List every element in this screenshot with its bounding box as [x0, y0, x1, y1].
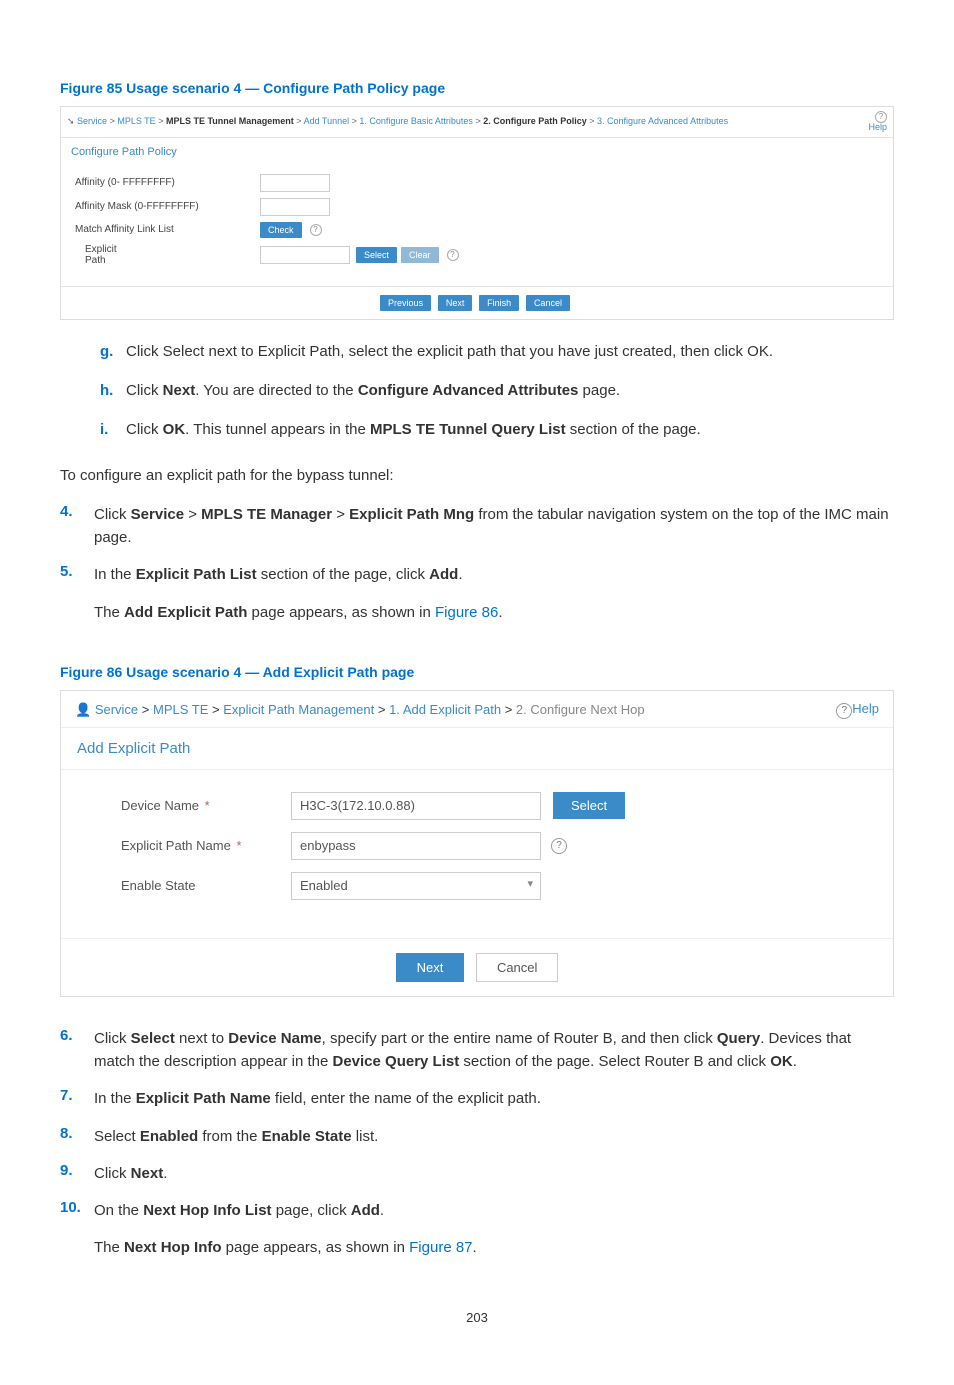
select-button-85[interactable]: Select: [356, 247, 397, 263]
step-g-text: Click Select next to Explicit Path, sele…: [126, 340, 773, 363]
affinity-mask-input[interactable]: [260, 198, 330, 216]
person-icon: 👤: [75, 702, 95, 717]
figure-85-section-title: Configure Path Policy: [61, 137, 893, 166]
clear-button[interactable]: Clear: [401, 247, 439, 263]
crumb-mplste[interactable]: MPLS TE: [117, 116, 155, 126]
cancel-button-85[interactable]: Cancel: [526, 295, 570, 311]
next-button-86[interactable]: Next: [396, 953, 465, 982]
device-name-label: Device Name *: [121, 798, 291, 813]
step-7-text: In the Explicit Path Name field, enter t…: [94, 1087, 541, 1110]
affinity-input[interactable]: [260, 174, 330, 192]
crumb-add-tunnel[interactable]: Add Tunnel: [304, 116, 350, 126]
step-5-text: In the Explicit Path List section of the…: [94, 563, 503, 624]
figure-86-caption: Figure 86 Usage scenario 4 — Add Explici…: [60, 664, 894, 680]
affinity-label: Affinity (0- FFFFFFFF): [75, 177, 260, 188]
list-marker-7: 7.: [60, 1087, 94, 1110]
figure-87-link[interactable]: Figure 87: [409, 1239, 472, 1256]
finish-button[interactable]: Finish: [479, 295, 519, 311]
list-marker-g: g.: [100, 340, 126, 363]
step-8-text: Select Enabled from the Enable State lis…: [94, 1125, 378, 1148]
step-4-text: Click Service > MPLS TE Manager > Explic…: [94, 503, 894, 550]
crumb86-service[interactable]: Service: [95, 702, 138, 717]
figure-85-panel: ➘ Service > MPLS TE > MPLS TE Tunnel Man…: [60, 106, 894, 320]
affinity-mask-label: Affinity Mask (0-FFFFFFFF): [75, 201, 260, 212]
crumb-step3[interactable]: 3. Configure Advanced Attributes: [597, 116, 728, 126]
help-link-85[interactable]: ?Help: [868, 111, 887, 133]
list-marker-5: 5.: [60, 563, 94, 624]
figure-86-panel: 👤 Service > MPLS TE > Explicit Path Mana…: [60, 690, 894, 997]
crumb86-epm[interactable]: Explicit Path Management: [223, 702, 374, 717]
explicit-path-input[interactable]: [260, 246, 350, 264]
help-icon[interactable]: ?: [447, 249, 459, 261]
previous-button[interactable]: Previous: [380, 295, 431, 311]
step-9-text: Click Next.: [94, 1162, 167, 1185]
explicit-path-label: Explicit Path: [75, 244, 260, 266]
device-name-input[interactable]: [291, 792, 541, 820]
help-icon[interactable]: ?: [310, 224, 322, 236]
help-icon: ?: [836, 703, 852, 719]
explicit-path-name-input[interactable]: [291, 832, 541, 860]
list-marker-6: 6.: [60, 1027, 94, 1074]
list-marker-8: 8.: [60, 1125, 94, 1148]
crumb-tunnel-mgmt[interactable]: MPLS TE Tunnel Management: [166, 116, 294, 126]
check-button[interactable]: Check: [260, 222, 302, 238]
page-number: 203: [60, 1310, 894, 1325]
list-marker-4: 4.: [60, 503, 94, 550]
figure-86-section-title: Add Explicit Path: [61, 727, 893, 769]
step-i-text: Click OK. This tunnel appears in the MPL…: [126, 418, 701, 441]
step-6-text: Click Select next to Device Name, specif…: [94, 1027, 894, 1074]
help-link-86[interactable]: ?Help: [826, 701, 879, 719]
list-marker-9: 9.: [60, 1162, 94, 1185]
list-marker-10: 10.: [60, 1199, 94, 1260]
cancel-button-86[interactable]: Cancel: [476, 953, 558, 982]
list-marker-i: i.: [100, 418, 126, 441]
figure-85-breadcrumb: ➘ Service > MPLS TE > MPLS TE Tunnel Man…: [67, 116, 728, 127]
figure-86-breadcrumb: 👤 Service > MPLS TE > Explicit Path Mana…: [75, 702, 645, 718]
figure-86-link[interactable]: Figure 86: [435, 604, 498, 621]
explicit-path-name-label: Explicit Path Name *: [121, 838, 291, 853]
crumb-icon: ➘: [67, 116, 77, 126]
crumb86-step1[interactable]: 1. Add Explicit Path: [389, 702, 501, 717]
crumb-step2: 2. Configure Path Policy: [483, 116, 587, 126]
list-marker-h: h.: [100, 379, 126, 402]
next-button-85[interactable]: Next: [438, 295, 473, 311]
enable-state-select[interactable]: [291, 872, 541, 900]
crumb-service[interactable]: Service: [77, 116, 107, 126]
crumb86-mplste[interactable]: MPLS TE: [153, 702, 208, 717]
step-10-text: On the Next Hop Info List page, click Ad…: [94, 1199, 477, 1260]
enable-state-label: Enable State: [121, 878, 291, 893]
select-button-86[interactable]: Select: [553, 792, 625, 819]
intro-para: To configure an explicit path for the by…: [60, 464, 894, 487]
help-icon[interactable]: ?: [551, 838, 567, 854]
step-h-text: Click Next. You are directed to the Conf…: [126, 379, 620, 402]
match-link-label: Match Affinity Link List: [75, 224, 260, 235]
crumb86-step2: 2. Configure Next Hop: [516, 702, 645, 717]
figure-85-caption: Figure 85 Usage scenario 4 — Configure P…: [60, 80, 894, 96]
crumb-step1[interactable]: 1. Configure Basic Attributes: [359, 116, 473, 126]
